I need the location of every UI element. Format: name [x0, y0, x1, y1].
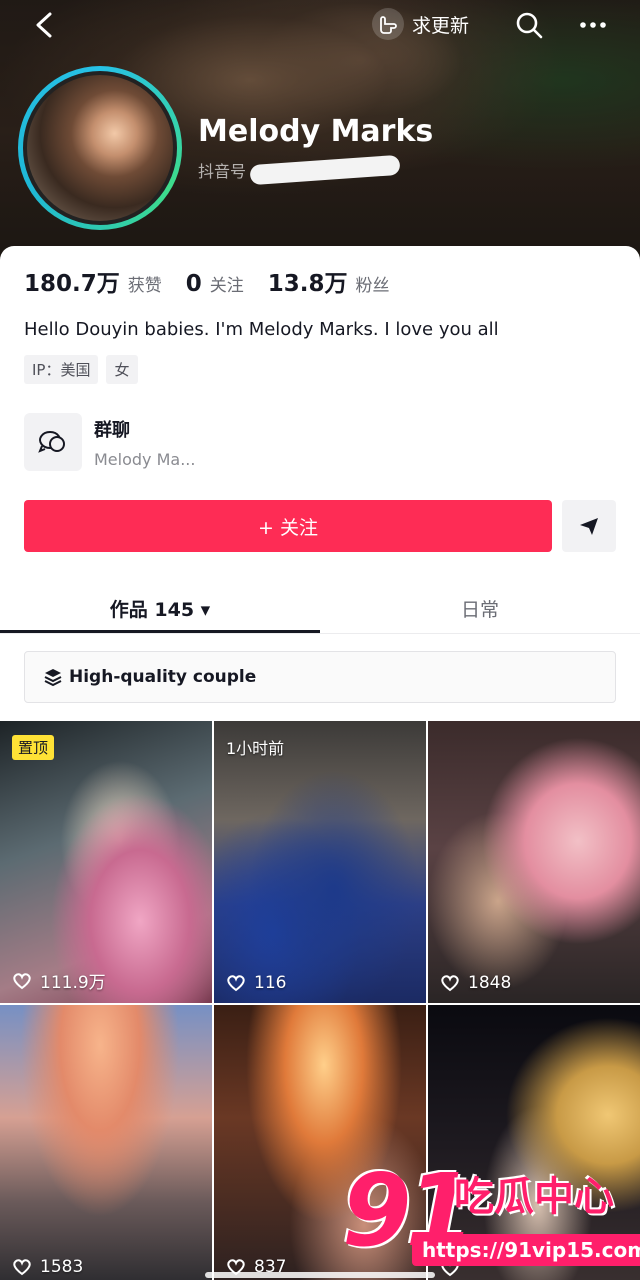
profile-stats: 180.7万 获赞 0 关注 13.8万 粉丝 [24, 264, 390, 298]
watermark-url: https://91vip15.com [412, 1234, 640, 1266]
video-tile[interactable]: 1583 [0, 1005, 212, 1280]
stat-value: 180.7万 [24, 271, 120, 297]
profile-name: Melody Marks [198, 114, 434, 149]
stat-following[interactable]: 0 关注 [186, 271, 244, 297]
like-count: 116 [254, 973, 287, 993]
tab-daily[interactable]: 日常 [320, 584, 640, 632]
gender-tag: 女 [106, 355, 138, 384]
collection-label: High-quality couple [69, 667, 257, 687]
stat-label: 获赞 [127, 276, 162, 296]
group-chat-entry[interactable]: 群聊 Melody Ma... [24, 413, 195, 471]
share-button[interactable] [562, 500, 616, 552]
profile-tags: IP：美国 女 [24, 355, 138, 384]
video-tile[interactable]: 置顶 111.9万 [0, 721, 212, 1003]
time-badge: 1小时前 [226, 739, 285, 758]
douyin-id: 抖音号 [198, 162, 247, 181]
stat-label: 粉丝 [355, 276, 390, 296]
back-icon[interactable] [32, 8, 60, 42]
pinned-badge: 置顶 [12, 735, 55, 760]
video-tile[interactable]: 1848 [428, 721, 640, 1003]
watermark-logo: 91 吃瓜中心 https://91vip15.com [342, 1152, 640, 1275]
send-icon [580, 518, 598, 535]
heart-icon [441, 975, 459, 992]
tab-indicator [0, 630, 320, 633]
top-bar: 求更新 [0, 0, 640, 50]
like-count: 1848 [468, 973, 512, 993]
ip-tag: IP：美国 [24, 355, 99, 384]
request-update-label: 求更新 [412, 14, 470, 37]
request-update-button[interactable]: 求更新 [372, 6, 469, 42]
collection-chip[interactable]: High-quality couple [24, 651, 616, 703]
hand-point-icon [372, 8, 404, 40]
group-chat-subtitle: Melody Ma... [94, 450, 196, 469]
stat-value: 0 [185, 271, 202, 297]
stat-followers[interactable]: 13.8万 粉丝 [268, 264, 390, 298]
bio-text: Hello Douyin babies. I'm Melody Marks. I… [24, 319, 499, 340]
like-count: 1583 [40, 1257, 84, 1277]
follow-button[interactable]: + 关注 [24, 500, 552, 552]
heart-icon [13, 972, 31, 989]
group-chat-title: 群聊 [94, 420, 130, 441]
follow-label: + 关注 [258, 516, 318, 539]
search-icon[interactable] [514, 10, 544, 40]
stat-likes[interactable]: 180.7万 获赞 [24, 264, 162, 298]
avatar[interactable] [18, 66, 182, 230]
watermark-chinese: 吃瓜中心 [454, 1174, 614, 1220]
stat-value: 13.8万 [267, 271, 348, 297]
more-icon[interactable] [578, 10, 608, 40]
heart-icon [13, 1259, 31, 1276]
content-tabs: 作品 145 ▾ 日常 [0, 584, 640, 634]
like-count: 111.9万 [40, 973, 106, 993]
video-tile[interactable]: 1小时前 116 [214, 721, 426, 1003]
layers-icon [44, 669, 62, 687]
tab-works[interactable]: 作品 145 ▾ [0, 584, 320, 632]
home-indicator [205, 1272, 435, 1278]
chat-bubbles-icon [24, 413, 82, 471]
heart-icon [227, 975, 245, 992]
stat-label: 关注 [209, 276, 244, 296]
